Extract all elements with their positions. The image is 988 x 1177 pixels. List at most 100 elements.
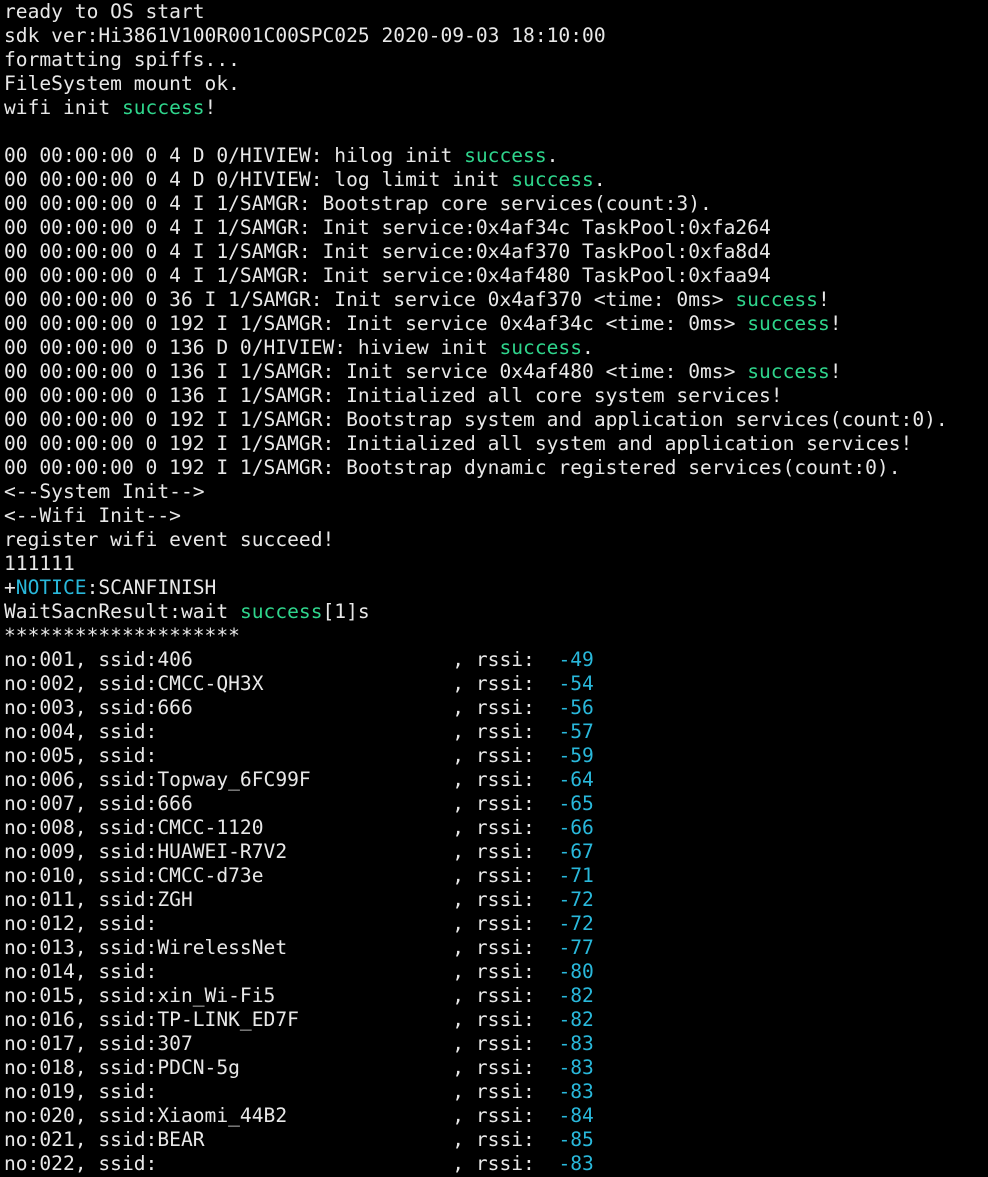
rssi-value: -57 [558,720,594,743]
terminal-text: ready to OS start [4,0,205,23]
terminal-output[interactable]: ready to OS start sdk ver:Hi3861V100R001C… [0,0,988,1177]
terminal-text: 00 00:00:00 0 192 I 1/SAMGR: Init servic… [4,312,748,335]
terminal-text: . [546,144,559,167]
terminal-line: 00 00:00:00 0 36 I 1/SAMGR: Init service… [4,288,988,312]
terminal-text: no:004, ssid: , rssi: [4,720,559,743]
terminal-line: +NOTICE:SCANFINISH [4,576,988,600]
terminal-text: 00 00:00:00 0 4 I 1/SAMGR: Init service:… [4,216,771,239]
terminal-text: 00 00:00:00 0 4 D 0/HIVIEW: log limit in… [4,168,512,191]
rssi-value: -83 [558,1080,594,1103]
rssi-value: -72 [558,888,594,911]
terminal-text: no:006, ssid:Topway_6FC99F , rssi: [4,768,559,791]
terminal-text: no:016, ssid:TP-LINK_ED7F , rssi: [4,1008,559,1031]
terminal-text: no:021, ssid:BEAR , rssi: [4,1128,559,1151]
terminal-text: no:019, ssid: , rssi: [4,1080,559,1103]
rssi-value: -64 [558,768,594,791]
rssi-value: -83 [558,1056,594,1079]
terminal-line: no:015, ssid:xin_Wi-Fi5 , rssi: -82 [4,984,988,1008]
terminal-line: no:016, ssid:TP-LINK_ED7F , rssi: -82 [4,1008,988,1032]
terminal-line: no:011, ssid:ZGH , rssi: -72 [4,888,988,912]
terminal-text: no:022, ssid: , rssi: [4,1152,559,1175]
rssi-value: -84 [558,1104,594,1127]
terminal-line: ******************** [4,624,988,648]
terminal-line: no:003, ssid:666 , rssi: -56 [4,696,988,720]
terminal-line: 00 00:00:00 0 136 I 1/SAMGR: Initialized… [4,384,988,408]
terminal-text: no:005, ssid: , rssi: [4,744,559,767]
terminal-text: 00 00:00:00 0 192 I 1/SAMGR: Initialized… [4,432,913,455]
terminal-text: no:018, ssid:PDCN-5g , rssi: [4,1056,559,1079]
terminal-line: 00 00:00:00 0 192 I 1/SAMGR: Initialized… [4,432,988,456]
terminal-text: no:014, ssid: , rssi: [4,960,559,983]
terminal-text: <--System Init--> [4,480,205,503]
terminal-line: 00 00:00:00 0 4 I 1/SAMGR: Init service:… [4,216,988,240]
terminal-text: formatting spiffs... [4,48,240,71]
terminal-line: 00 00:00:00 0 4 D 0/HIVIEW: log limit in… [4,168,988,192]
terminal-text: no:008, ssid:CMCC-1120 , rssi: [4,816,559,839]
terminal-text: 00 00:00:00 0 4 I 1/SAMGR: Bootstrap cor… [4,192,712,215]
terminal-text: no:015, ssid:xin_Wi-Fi5 , rssi: [4,984,559,1007]
terminal-line: register wifi event succeed! [4,528,988,552]
terminal-line: 00 00:00:00 0 192 I 1/SAMGR: Bootstrap s… [4,408,988,432]
terminal-line: no:001, ssid:406 , rssi: -49 [4,648,988,672]
terminal-line: no:006, ssid:Topway_6FC99F , rssi: -64 [4,768,988,792]
terminal-text: + [4,576,16,599]
terminal-text: 00 00:00:00 0 4 I 1/SAMGR: Init service:… [4,240,771,263]
terminal-text: no:011, ssid:ZGH , rssi: [4,888,559,911]
terminal-line: no:010, ssid:CMCC-d73e , rssi: -71 [4,864,988,888]
terminal-line: formatting spiffs... [4,48,988,72]
terminal-line: no:020, ssid:Xiaomi_44B2 , rssi: -84 [4,1104,988,1128]
success-token: success [747,360,830,383]
terminal-line: no:004, ssid: , rssi: -57 [4,720,988,744]
terminal-line: 00 00:00:00 0 136 D 0/HIVIEW: hiview ini… [4,336,988,360]
terminal-line: no:018, ssid:PDCN-5g , rssi: -83 [4,1056,988,1080]
terminal-text: ******************** [4,624,240,647]
terminal-line: wifi init success! [4,96,988,120]
terminal-line: <--System Init--> [4,480,988,504]
terminal-text: no:013, ssid:WirelessNet , rssi: [4,936,559,959]
success-token: success [511,168,594,191]
terminal-line: no:005, ssid: , rssi: -59 [4,744,988,768]
terminal-text: FileSystem mount ok. [4,72,240,95]
terminal-text: ! [829,312,842,335]
rssi-value: -72 [558,912,594,935]
terminal-text: no:012, ssid: , rssi: [4,912,559,935]
terminal-line: 00 00:00:00 0 136 I 1/SAMGR: Init servic… [4,360,988,384]
rssi-value: -85 [558,1128,594,1151]
success-token: success [464,144,547,167]
success-token: success [499,336,583,359]
terminal-line: 111111 [4,552,988,576]
terminal-line: no:007, ssid:666 , rssi: -65 [4,792,988,816]
terminal-line: 00 00:00:00 0 4 I 1/SAMGR: Bootstrap cor… [4,192,988,216]
terminal-line: no:019, ssid: , rssi: -83 [4,1080,988,1104]
rssi-value: -67 [558,840,594,863]
terminal-text: <--Wifi Init--> [4,504,181,527]
rssi-value: -83 [558,1152,594,1175]
terminal-text: ! [204,96,217,119]
terminal-line: WaitSacnResult:wait success[1]s [4,600,988,624]
terminal-line: no:002, ssid:CMCC-QH3X , rssi: -54 [4,672,988,696]
rssi-value: -77 [558,936,594,959]
terminal-text: . [582,336,594,359]
rssi-value: -71 [558,864,594,887]
terminal-text: no:020, ssid:Xiaomi_44B2 , rssi: [4,1104,559,1127]
terminal-text: 00 00:00:00 0 192 I 1/SAMGR: Bootstrap d… [4,456,901,479]
terminal-line: sdk ver:Hi3861V100R001C00SPC025 2020-09-… [4,24,988,48]
terminal-line: no:012, ssid: , rssi: -72 [4,912,988,936]
terminal-text: sdk ver:Hi3861V100R001C00SPC025 2020-09-… [4,24,606,47]
rssi-value: -49 [558,648,594,671]
terminal-text: ! [829,360,842,383]
terminal-line: 00 00:00:00 0 4 I 1/SAMGR: Init service:… [4,240,988,264]
terminal-text: no:017, ssid:307 , rssi: [4,1032,559,1055]
terminal-text: . [593,168,606,191]
terminal-text: no:003, ssid:666 , rssi: [4,696,559,719]
rssi-value: -66 [558,816,594,839]
terminal-text: 00 00:00:00 0 36 I 1/SAMGR: Init service… [4,288,736,311]
terminal-text: register wifi event succeed! [4,528,335,551]
rssi-value: -54 [558,672,594,695]
terminal-line: 00 00:00:00 0 4 D 0/HIVIEW: hilog init s… [4,144,988,168]
rssi-value: -80 [558,960,594,983]
terminal-text: 111111 [4,552,75,575]
terminal-text: WaitSacnResult:wait [4,600,240,623]
terminal-text: no:009, ssid:HUAWEI-R7V2 , rssi: [4,840,559,863]
